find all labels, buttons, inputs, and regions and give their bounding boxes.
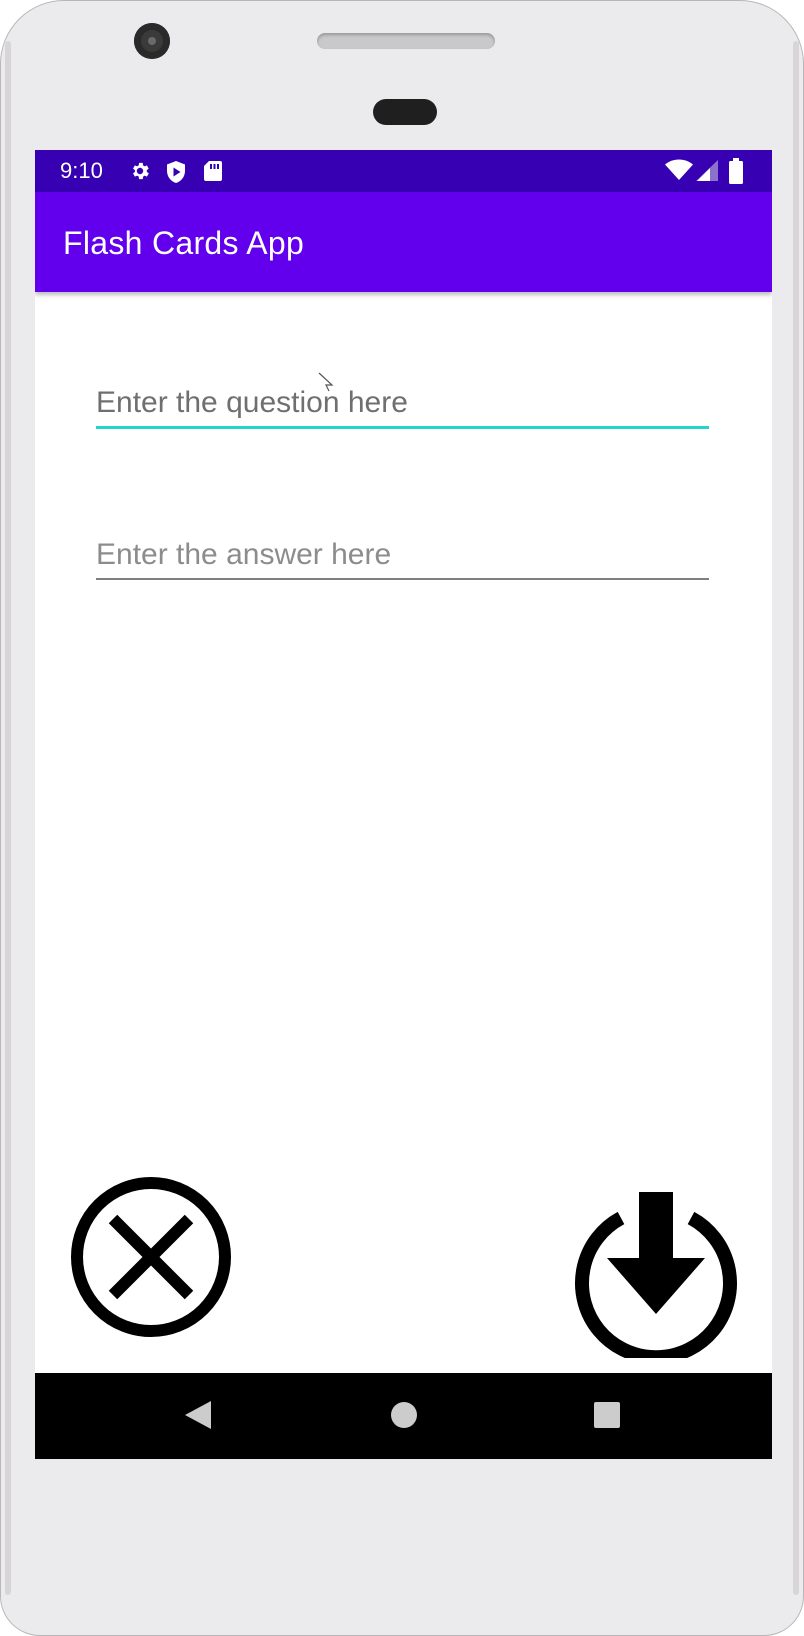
back-icon[interactable] xyxy=(183,1399,213,1435)
status-bar: 9:10 xyxy=(35,150,772,192)
phone-frame: 9:10 Flash Cards App Enter the question … xyxy=(0,0,804,1636)
home-icon[interactable] xyxy=(390,1401,418,1433)
answer-field xyxy=(96,538,709,580)
question-field xyxy=(96,386,709,429)
cell-signal-icon xyxy=(695,159,719,185)
app-bar: Flash Cards App xyxy=(35,192,772,292)
close-circle-icon xyxy=(71,1177,231,1337)
app-title: Flash Cards App xyxy=(63,225,305,261)
answer-input[interactable] xyxy=(96,538,709,578)
status-time: 9:10 xyxy=(60,158,103,183)
wifi-icon xyxy=(665,159,693,185)
earpiece-speaker xyxy=(317,33,495,49)
battery-icon xyxy=(729,158,743,188)
cancel-button[interactable] xyxy=(69,1175,233,1339)
question-input[interactable] xyxy=(96,386,709,426)
download-circle-icon xyxy=(575,1192,737,1365)
recents-icon[interactable] xyxy=(593,1401,621,1433)
device-side-edge xyxy=(793,41,799,1595)
app-screen: 9:10 Flash Cards App Enter the question … xyxy=(35,150,772,1459)
sd-card-icon xyxy=(203,160,223,186)
navigation-bar xyxy=(35,1373,772,1459)
proximity-sensor xyxy=(373,99,437,125)
front-camera xyxy=(134,23,170,59)
mouse-cursor-icon xyxy=(318,372,334,392)
save-button[interactable] xyxy=(573,1192,739,1365)
device-side-edge xyxy=(5,41,11,1595)
gear-icon xyxy=(129,160,151,186)
shield-play-icon xyxy=(165,160,187,188)
